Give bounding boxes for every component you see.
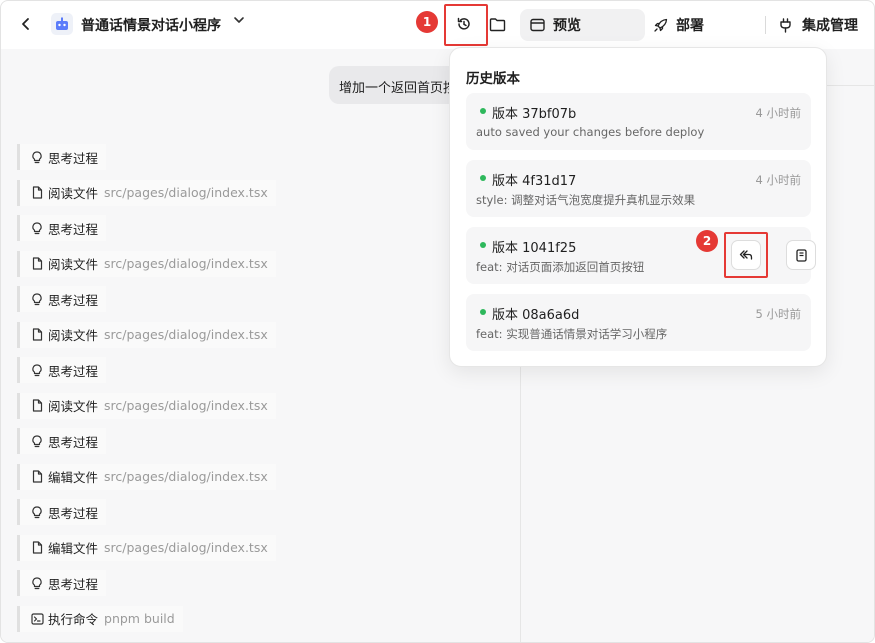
version-message: style: 调整对话气泡宽度提升真机显示效果 — [476, 193, 696, 207]
chevron-down-icon[interactable] — [233, 14, 245, 29]
step-item[interactable]: 思考过程 — [17, 428, 107, 454]
step-item[interactable]: 阅读文件 src/pages/dialog/index.tsx — [17, 179, 276, 206]
version-time: 4 小时前 — [755, 106, 801, 120]
step-label: 思考过程 — [48, 505, 99, 521]
version-name: 版本 08a6a6d — [492, 308, 580, 323]
app-title[interactable]: 普通话情景对话小程序 — [81, 15, 221, 35]
status-dot — [480, 242, 486, 248]
status-dot — [480, 175, 486, 181]
step-item[interactable]: 执行命令 pnpm build — [17, 605, 183, 632]
header-divider — [765, 16, 766, 34]
document-icon — [795, 248, 807, 262]
restore-version-button[interactable] — [731, 240, 761, 270]
file-icon — [30, 470, 44, 484]
step-path: src/pages/dialog/index.tsx — [104, 185, 268, 200]
top-bar: 普通话情景对话小程序 1 预览 部署 集成管理 — [1, 1, 874, 49]
lightbulb-icon — [30, 434, 44, 448]
step-item[interactable]: 思考过程 — [17, 570, 107, 596]
tab-deploy-label: 部署 — [676, 18, 704, 34]
version-item-hovered[interactable]: 版本 1041f25 feat: 对话页面添加返回首页按钮 — [466, 227, 816, 284]
version-item[interactable]: 版本 37bf07b auto saved your changes befor… — [466, 93, 811, 150]
history-popover: 历史版本 版本 37bf07b auto saved your changes … — [449, 47, 827, 367]
step-path: src/pages/dialog/index.tsx — [104, 540, 268, 555]
step-item[interactable]: 编辑文件 src/pages/dialog/index.tsx — [17, 463, 276, 490]
step-label: 思考过程 — [48, 221, 99, 237]
terminal-icon — [30, 612, 44, 626]
tab-preview[interactable]: 预览 — [520, 9, 645, 41]
step-label: 思考过程 — [48, 363, 99, 379]
file-icon — [30, 257, 44, 271]
plug-icon — [780, 17, 791, 33]
annotation-badge-2: 2 — [696, 230, 718, 252]
view-version-button[interactable] — [786, 240, 816, 270]
step-item[interactable]: 思考过程 — [17, 286, 107, 312]
tab-preview-label: 预览 — [553, 18, 581, 34]
status-dot — [480, 108, 486, 114]
version-time: 4 小时前 — [755, 173, 801, 187]
version-name: 版本 1041f25 — [492, 241, 577, 256]
status-dot — [480, 309, 486, 315]
step-label: 思考过程 — [48, 576, 99, 592]
step-path: src/pages/dialog/index.tsx — [104, 256, 268, 271]
app-logo — [51, 13, 73, 35]
app-window: 普通话情景对话小程序 1 预览 部署 集成管理 增加一个返回首页按钮 思考过程 … — [0, 0, 875, 643]
step-label: 阅读文件 — [48, 328, 99, 343]
version-time: 5 小时前 — [755, 307, 801, 321]
history-icon — [457, 17, 470, 30]
step-label: 编辑文件 — [48, 470, 99, 485]
step-label: 思考过程 — [48, 292, 99, 308]
step-item[interactable]: 阅读文件 src/pages/dialog/index.tsx — [17, 250, 276, 277]
reply-all-icon — [739, 250, 753, 260]
chat-panel: 增加一个返回首页按钮 思考过程 阅读文件 src/pages/dialog/inde… — [1, 49, 520, 642]
step-path: src/pages/dialog/index.tsx — [104, 469, 268, 484]
tab-deploy[interactable]: 部署 — [653, 9, 704, 41]
step-label: 阅读文件 — [48, 186, 99, 201]
step-item[interactable]: 编辑文件 src/pages/dialog/index.tsx — [17, 534, 276, 561]
version-message: feat: 实现普通话情景对话学习小程序 — [476, 327, 668, 341]
step-path: pnpm build — [104, 611, 175, 626]
file-icon — [30, 328, 44, 342]
lightbulb-icon — [30, 292, 44, 306]
step-label: 阅读文件 — [48, 399, 99, 414]
file-icon — [30, 399, 44, 413]
step-item[interactable]: 思考过程 — [17, 144, 107, 170]
step-item[interactable]: 阅读文件 src/pages/dialog/index.tsx — [17, 321, 276, 348]
step-label: 执行命令 — [48, 612, 99, 627]
step-item[interactable]: 思考过程 — [17, 499, 107, 525]
step-item[interactable]: 思考过程 — [17, 215, 107, 241]
integration-label: 集成管理 — [802, 18, 858, 34]
lightbulb-icon — [30, 363, 44, 377]
step-item[interactable]: 阅读文件 src/pages/dialog/index.tsx — [17, 392, 276, 419]
version-item[interactable]: 版本 08a6a6d feat: 实现普通话情景对话学习小程序 5 小时前 — [466, 294, 811, 351]
annotation-badge-1: 1 — [416, 11, 438, 33]
folder-icon — [489, 17, 505, 31]
step-path: src/pages/dialog/index.tsx — [104, 327, 268, 342]
lightbulb-icon — [30, 576, 44, 590]
step-label: 思考过程 — [48, 150, 99, 166]
back-button[interactable] — [15, 13, 37, 35]
robot-icon — [56, 17, 68, 30]
folder-button[interactable] — [486, 13, 508, 35]
step-item[interactable]: 思考过程 — [17, 357, 107, 383]
history-button[interactable] — [453, 13, 475, 35]
version-item[interactable]: 版本 4f31d17 style: 调整对话气泡宽度提升真机显示效果 4 小时前 — [466, 160, 811, 217]
browser-window-icon — [530, 18, 545, 32]
version-name: 版本 37bf07b — [492, 107, 577, 122]
version-name: 版本 4f31d17 — [492, 174, 577, 189]
version-message: feat: 对话页面添加返回首页按钮 — [476, 260, 645, 274]
lightbulb-icon — [30, 221, 44, 235]
lightbulb-icon — [30, 505, 44, 519]
chevron-left-icon — [22, 18, 29, 30]
step-label: 思考过程 — [48, 434, 99, 450]
rocket-icon — [654, 18, 668, 32]
history-title: 历史版本 — [466, 71, 520, 87]
file-icon — [30, 541, 44, 555]
version-message: auto saved your changes before deploy — [476, 125, 705, 139]
step-path: src/pages/dialog/index.tsx — [104, 398, 268, 413]
step-label: 编辑文件 — [48, 541, 99, 556]
step-label: 阅读文件 — [48, 257, 99, 272]
file-icon — [30, 186, 44, 200]
integration-button[interactable]: 集成管理 — [779, 9, 858, 41]
lightbulb-icon — [30, 150, 44, 164]
